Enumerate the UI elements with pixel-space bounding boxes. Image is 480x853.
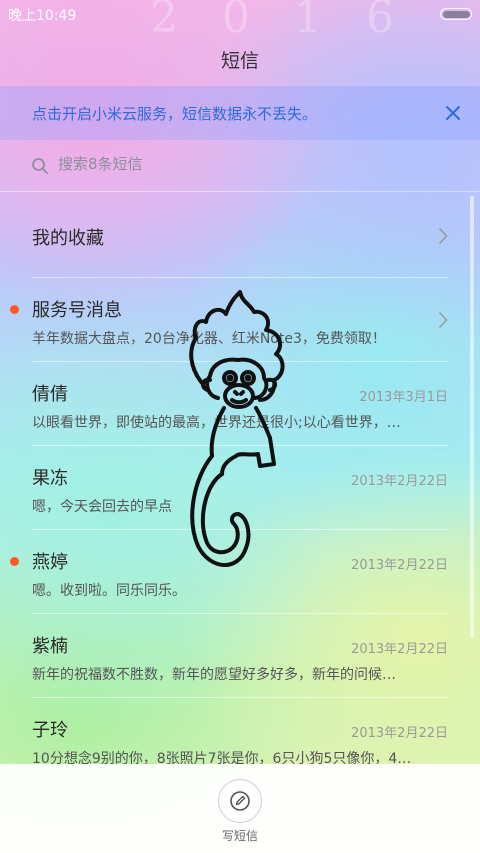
- year-watermark: 2016: [150, 0, 438, 43]
- compose-button[interactable]: [218, 779, 262, 823]
- compose-icon: [230, 791, 250, 811]
- message-preview: 嗯。收到啦。同乐同乐。: [32, 583, 186, 599]
- contact-name: 服务号消息: [32, 300, 122, 321]
- message-date: 2013年2月22日: [351, 558, 448, 573]
- contact-name: 子玲: [32, 720, 68, 741]
- contact-name: 紫楠: [32, 636, 68, 657]
- battery-icon: [440, 8, 472, 20]
- message-date: 2013年2月22日: [351, 474, 448, 489]
- contact-name: 倩倩: [32, 384, 68, 405]
- cloud-service-banner[interactable]: 点击开启小米云服务，短信数据永不丢失。: [0, 86, 480, 140]
- status-time: 晚上10:49: [8, 8, 77, 24]
- contact-name: 果冻: [32, 468, 68, 489]
- unread-dot: [10, 557, 19, 566]
- message-preview: 新年的祝福数不胜数，新年的愿望好多好多，新年的问候…: [32, 667, 396, 683]
- search-bar[interactable]: [0, 140, 480, 192]
- compose-label[interactable]: 写短信: [0, 827, 480, 844]
- search-input[interactable]: [58, 155, 438, 173]
- chevron-right-icon: [438, 311, 448, 333]
- message-date: 2013年2月22日: [351, 642, 448, 657]
- conversation-row[interactable]: 紫楠 2013年2月22日 新年的祝福数不胜数，新年的愿望好多好多，新年的问候…: [32, 614, 448, 698]
- search-icon: [31, 157, 49, 179]
- monkey-mascot-icon: [189, 290, 285, 567]
- close-icon[interactable]: [442, 102, 464, 124]
- message-date: 2013年2月22日: [351, 726, 448, 741]
- contact-name: 燕婷: [32, 552, 68, 573]
- status-bar: 晚上10:49 2016: [0, 0, 480, 43]
- banner-text[interactable]: 点击开启小米云服务，短信数据永不丢失。: [32, 103, 317, 124]
- message-date: 2013年3月1日: [359, 390, 448, 405]
- page-title: 短信: [220, 50, 259, 72]
- favorites-label: 我的收藏: [32, 228, 104, 249]
- scrollbar[interactable]: [470, 196, 474, 638]
- favorites-row[interactable]: 我的收藏: [32, 194, 448, 278]
- unread-dot: [10, 305, 19, 314]
- chevron-right-icon: [438, 227, 448, 249]
- bottom-bar: 写短信: [0, 764, 480, 853]
